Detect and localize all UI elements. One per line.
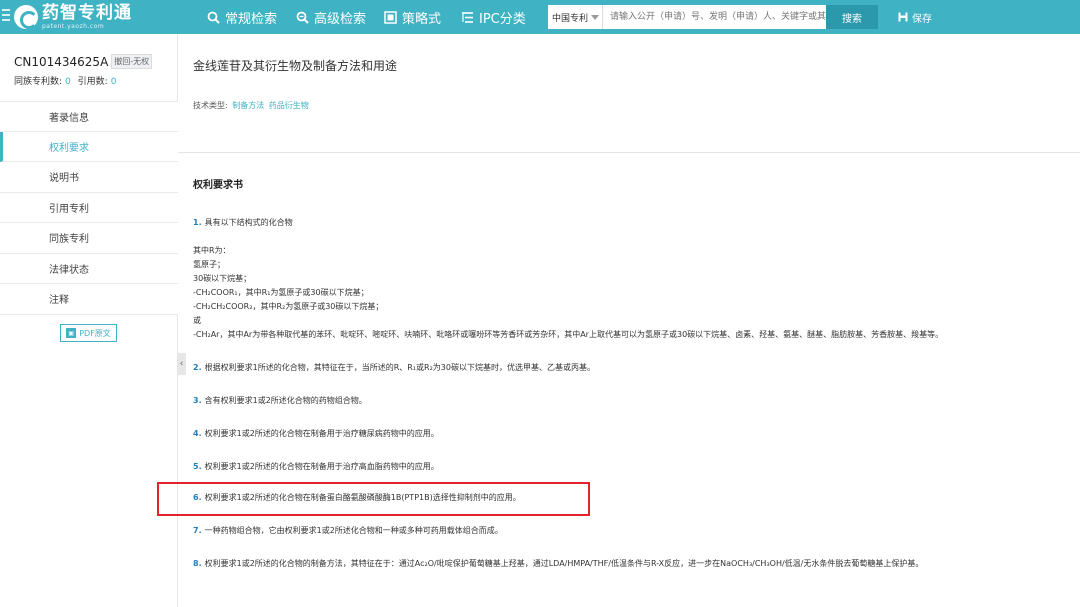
advanced-search-icon bbox=[296, 11, 309, 24]
family-count-label: 同族专利数: bbox=[14, 77, 63, 87]
claim-sub-line: -CH₂COOR₁，其中R₁为氢原子或30碳以下烷基； bbox=[193, 288, 369, 297]
claim-sub-line: 30碳以下烷基； bbox=[193, 274, 252, 283]
logo[interactable]: 药智专利通 patent.yaozh.com bbox=[14, 3, 132, 31]
claim-number: 7. bbox=[193, 526, 202, 535]
search-scope-value: 中国专利 bbox=[552, 13, 589, 24]
nav-advanced-search[interactable]: 高级检索 bbox=[296, 0, 366, 34]
claim-sub-line: 氢原子； bbox=[193, 260, 225, 269]
nav-label: 高级检索 bbox=[314, 11, 367, 27]
section-title: 权利要求书 bbox=[193, 180, 243, 191]
menu-icon[interactable] bbox=[2, 9, 10, 23]
sidebar-item-family-patents[interactable]: 同族专利 bbox=[0, 223, 178, 254]
status-badge: 撤回-无权 bbox=[111, 54, 153, 69]
main-content: 金线莲苷及其衍生物及制备方法和用途 技术类型: 制备方法 药品衍生物 权利要求书… bbox=[178, 34, 1080, 607]
ipc-icon bbox=[462, 11, 473, 23]
pdf-label: PDF原文 bbox=[79, 328, 111, 338]
page-title: 金线莲苷及其衍生物及制备方法和用途 bbox=[193, 59, 398, 73]
claim-item: 8. 权利要求1或2所述的化合物的制备方法，其特征在于：通过Ac₂O/吡啶保护葡萄… bbox=[193, 558, 923, 569]
tech-tag[interactable]: 药品衍生物 bbox=[269, 101, 309, 110]
sidebar-item-bibliographic[interactable]: 著录信息 bbox=[0, 101, 178, 132]
cited-count-label: 引用数: bbox=[77, 77, 108, 87]
claim-item: 5. 权利要求1或2所述的化合物在制备用于治疗高血脂药物中的应用。 bbox=[193, 461, 439, 472]
search-icon bbox=[207, 11, 220, 24]
claim-number: 4. bbox=[193, 429, 202, 438]
logo-icon bbox=[14, 5, 38, 29]
claim-text: 根据权利要求1所述的化合物，其特征在于，当所述的R、R₁或R₂为30碳以下烷基时… bbox=[204, 363, 595, 372]
claim-text: 权利要求1或2所述的化合物在制备用于治疗高血脂药物中的应用。 bbox=[204, 462, 439, 471]
sidebar: CN101434625A 撤回-无权 同族专利数: 0 引用数: 0 著录信息 权利… bbox=[0, 34, 178, 607]
chevron-down-icon bbox=[591, 14, 600, 20]
patent-number: CN101434625A 撤回-无权 bbox=[14, 54, 153, 69]
claim-number: 8. bbox=[193, 559, 202, 568]
highlight-annotation-box bbox=[157, 482, 590, 516]
claim-text: 具有以下结构式的化合物 bbox=[204, 218, 293, 227]
claim-text: 权利要求1或2所述的化合物的制备方法，其特征在于：通过Ac₂O/吡啶保护葡萄糖基… bbox=[204, 559, 924, 568]
search-scope-select[interactable]: 中国专利 bbox=[548, 5, 603, 29]
claim-number: 2. bbox=[193, 363, 202, 372]
save-icon bbox=[898, 12, 908, 22]
patent-number-text: CN101434625A bbox=[14, 54, 109, 69]
save-label: 保存 bbox=[912, 13, 932, 25]
tech-type-label: 技术类型: bbox=[193, 101, 228, 110]
claim-item: 4. 权利要求1或2所述的化合物在制备用于治疗糖尿病药物中的应用。 bbox=[193, 428, 439, 439]
claim-sub-line: -CH₂CH₂COOR₂，其中R₂为氢原子或30碳以下烷基； bbox=[193, 302, 384, 311]
sidebar-item-claims[interactable]: 权利要求 bbox=[0, 131, 178, 162]
claim-item: 1. 具有以下结构式的化合物 bbox=[193, 217, 293, 228]
pdf-original-button[interactable]: ▣ PDF原文 bbox=[60, 324, 117, 342]
claim-item: 3. 含有权利要求1或2所述化合物的药物组合物。 bbox=[193, 395, 367, 406]
claim-text: 一种药物组合物，它由权利要求1或2所述化合物和一种或多种可药用载体组合而成。 bbox=[204, 526, 503, 535]
strategy-icon bbox=[384, 10, 397, 24]
save-button[interactable]: 保存 bbox=[898, 0, 932, 34]
logo-title: 药智专利通 bbox=[42, 3, 132, 23]
nav-simple-search[interactable]: 常规检索 bbox=[207, 0, 277, 34]
tech-type: 技术类型: 制备方法 药品衍生物 bbox=[193, 100, 309, 111]
search-bar: 中国专利 搜索 bbox=[548, 5, 878, 29]
sidebar-item-cited-patents[interactable]: 引用专利 bbox=[0, 192, 178, 223]
sidebar-nav: 著录信息 权利要求 说明书 引用专利 同族专利 法律状态 注释 bbox=[0, 101, 178, 315]
claim-item: 2. 根据权利要求1所述的化合物，其特征在于，当所述的R、R₁或R₂为30碳以下烷… bbox=[193, 362, 595, 373]
sidebar-item-description[interactable]: 说明书 bbox=[0, 162, 178, 193]
logo-subtitle: patent.yaozh.com bbox=[42, 23, 105, 30]
search-input[interactable] bbox=[603, 5, 826, 29]
sidebar-item-legal-status[interactable]: 法律状态 bbox=[0, 253, 178, 284]
claim-text: 权利要求1或2所述的化合物在制备用于治疗糖尿病药物中的应用。 bbox=[204, 429, 439, 438]
claim-text: 含有权利要求1或2所述化合物的药物组合物。 bbox=[204, 396, 367, 405]
divider bbox=[178, 152, 1080, 153]
claim-number: 3. bbox=[193, 396, 202, 405]
family-count[interactable]: 0 bbox=[65, 77, 71, 87]
top-bar: 药智专利通 patent.yaozh.com 常规检索 高级检索 策略式 IPC… bbox=[0, 0, 1080, 34]
claim-sub-line: 或 bbox=[193, 316, 201, 325]
nav-ipc-classification[interactable]: IPC分类 bbox=[461, 0, 526, 34]
claim-item: 7. 一种药物组合物，它由权利要求1或2所述化合物和一种或多种可药用载体组合而成。 bbox=[193, 525, 503, 536]
sidebar-item-notes[interactable]: 注释 bbox=[0, 284, 178, 315]
cited-count[interactable]: 0 bbox=[111, 77, 117, 87]
search-button[interactable]: 搜索 bbox=[826, 5, 878, 29]
claim-number: 5. bbox=[193, 462, 202, 471]
nav-label: IPC分类 bbox=[479, 11, 526, 27]
nav-label: 常规检索 bbox=[225, 11, 278, 27]
claim-sub-line: -CH₂Ar，其中Ar为带各种取代基的苯环、吡啶环、嘧啶环、呋喃环、吡咯环或噻吩… bbox=[193, 330, 944, 339]
claim-sub-line: 其中R为： bbox=[193, 246, 231, 255]
pdf-icon: ▣ bbox=[66, 328, 77, 338]
nav-label: 策略式 bbox=[402, 11, 442, 27]
patent-counts: 同族专利数: 0 引用数: 0 bbox=[14, 74, 120, 87]
tech-tag[interactable]: 制备方法 bbox=[232, 101, 264, 110]
claim-number: 1. bbox=[193, 218, 202, 227]
nav-strategy-search[interactable]: 策略式 bbox=[384, 0, 441, 34]
